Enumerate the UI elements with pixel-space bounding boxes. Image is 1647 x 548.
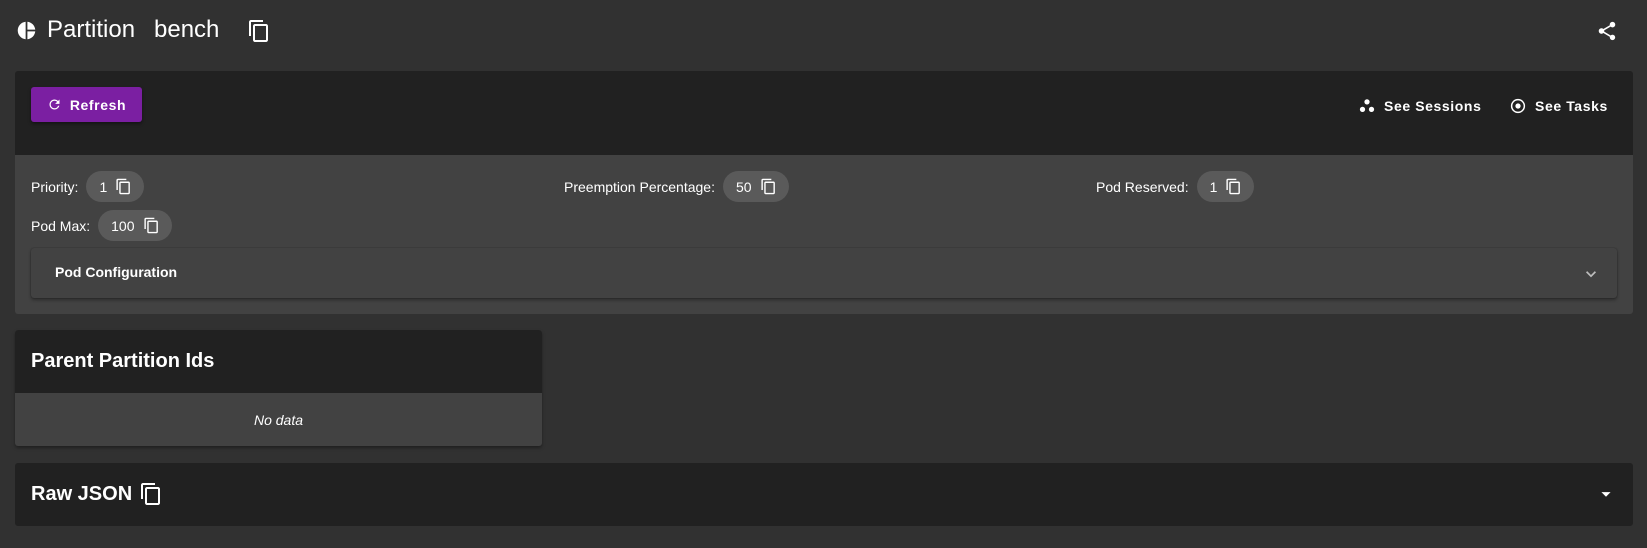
see-tasks-link[interactable]: See Tasks <box>1509 96 1608 116</box>
share-icon[interactable] <box>1596 20 1618 42</box>
pod-max-chip[interactable]: 100 <box>98 210 172 241</box>
pod-max-label: Pod Max: <box>31 217 91 234</box>
partition-id: bench <box>154 16 220 43</box>
pod-configuration-accordion[interactable]: Pod Configuration <box>31 248 1617 298</box>
parent-partition-ids-card: Parent Partition Ids No data <box>15 330 542 446</box>
page-title: Partition <box>47 16 136 43</box>
pod-reserved-label: Pod Reserved: <box>1096 178 1189 195</box>
pod-max-value: 100 <box>111 217 135 234</box>
target-icon <box>1510 98 1526 114</box>
chevron-down-icon <box>1586 271 1596 278</box>
pod-reserved-field: Pod Reserved: 1 <box>1096 171 1255 202</box>
pod-reserved-value: 1 <box>1209 178 1218 195</box>
refresh-icon <box>49 99 60 110</box>
copy-icon <box>760 178 775 195</box>
pie-chart-icon <box>17 21 36 40</box>
copy-icon <box>116 178 131 195</box>
preemption-percentage-field: Preemption Percentage: 50 <box>564 171 789 202</box>
see-sessions-link[interactable]: See Sessions <box>1358 96 1481 116</box>
copy-icon <box>143 217 158 234</box>
raw-json-title: Raw JSON <box>31 483 133 505</box>
pod-reserved-chip[interactable]: 1 <box>1196 171 1255 202</box>
refresh-button[interactable]: Refresh <box>31 87 142 122</box>
refresh-label: Refresh <box>69 96 127 113</box>
action-toolbar: Refresh See Sessions See Tasks <box>15 71 1633 155</box>
copy-icon[interactable] <box>139 482 163 506</box>
parent-partition-ids-header: Parent Partition Ids <box>15 330 542 393</box>
parent-partition-ids-title: Parent Partition Ids <box>31 350 215 372</box>
pod-configuration-title: Pod Configuration <box>55 264 178 280</box>
copy-icon <box>1226 178 1241 195</box>
no-data-text: No data <box>253 411 304 428</box>
priority-label: Priority: <box>31 178 79 195</box>
raw-json-panel[interactable]: Raw JSON <box>15 463 1633 526</box>
preemption-percentage-label: Preemption Percentage: <box>564 178 715 195</box>
pod-max-field: Pod Max: 100 <box>31 210 172 241</box>
copy-icon[interactable] <box>247 19 271 43</box>
caret-down-icon <box>1601 492 1611 497</box>
preemption-percentage-value: 50 <box>735 178 752 195</box>
partition-details: Priority: 1 Preemption Percentage: 50 Po… <box>15 155 1633 314</box>
page-header: Partition bench <box>0 0 1647 62</box>
see-tasks-label: See Tasks <box>1535 98 1608 114</box>
priority-field: Priority: 1 <box>31 171 145 202</box>
sessions-icon <box>1359 99 1375 112</box>
priority-chip[interactable]: 1 <box>86 171 145 202</box>
see-sessions-label: See Sessions <box>1384 98 1482 114</box>
preemption-percentage-chip[interactable]: 50 <box>722 171 789 202</box>
priority-value: 1 <box>99 178 108 195</box>
